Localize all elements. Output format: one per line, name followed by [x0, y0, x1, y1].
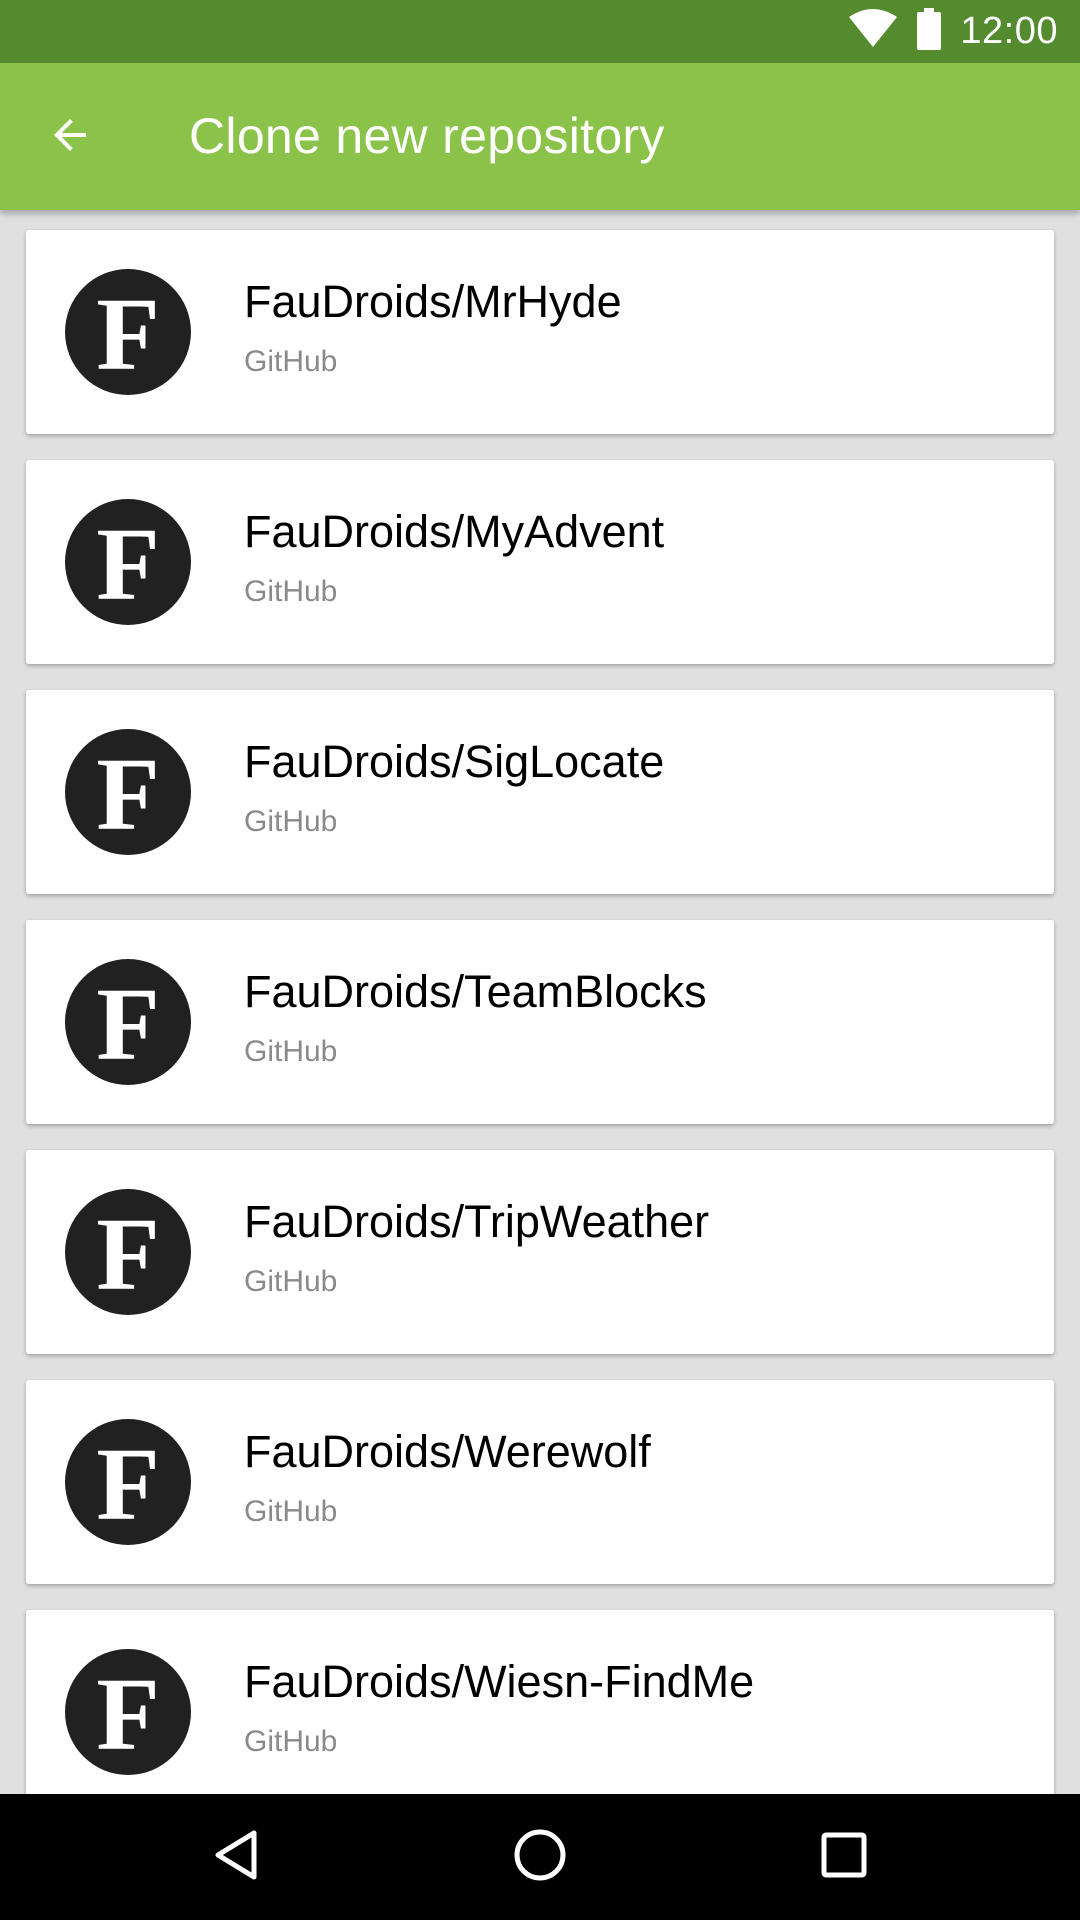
avatar: F — [65, 1649, 191, 1775]
avatar-letter: F — [96, 967, 160, 1082]
arrow-back-icon — [46, 111, 94, 164]
repository-source: GitHub — [244, 575, 338, 608]
app-bar: Clone new repository — [0, 63, 1080, 210]
repository-card[interactable]: F FauDroids/MrHyde GitHub — [26, 230, 1054, 434]
repository-name: FauDroids/MyAdvent — [244, 506, 665, 557]
repository-card[interactable]: F FauDroids/Werewolf GitHub — [26, 1380, 1054, 1584]
repository-name: FauDroids/Wiesn-FindMe — [244, 1656, 755, 1707]
repository-name: FauDroids/Werewolf — [244, 1426, 651, 1477]
repository-name: FauDroids/TeamBlocks — [244, 966, 707, 1017]
avatar-letter: F — [96, 1427, 160, 1542]
wifi-icon — [848, 9, 898, 54]
status-bar: 12:00 — [0, 0, 1080, 63]
avatar-letter: F — [96, 277, 160, 392]
repository-card[interactable]: F FauDroids/SigLocate GitHub — [26, 690, 1054, 894]
back-button[interactable] — [34, 101, 106, 173]
status-icons: 12:00 — [848, 0, 1058, 63]
repository-name: FauDroids/TripWeather — [244, 1196, 710, 1247]
repository-card[interactable]: F FauDroids/MyAdvent GitHub — [26, 460, 1054, 664]
page-title: Clone new repository — [189, 108, 665, 164]
nav-back-button[interactable] — [196, 1817, 276, 1897]
repository-source: GitHub — [244, 1725, 338, 1758]
avatar-letter: F — [96, 737, 160, 852]
avatar: F — [65, 499, 191, 625]
avatar-letter: F — [96, 1197, 160, 1312]
nav-recents-button[interactable] — [804, 1817, 884, 1897]
avatar: F — [65, 1419, 191, 1545]
avatar: F — [65, 269, 191, 395]
repository-card[interactable]: F FauDroids/TripWeather GitHub — [26, 1150, 1054, 1354]
system-nav-bar — [0, 1794, 1080, 1920]
repository-card[interactable]: F FauDroids/TeamBlocks GitHub — [26, 920, 1054, 1124]
avatar-letter: F — [96, 1657, 160, 1772]
repository-source: GitHub — [244, 1035, 338, 1068]
repository-name: FauDroids/MrHyde — [244, 276, 622, 327]
battery-icon — [916, 8, 942, 55]
recents-square-icon — [820, 1831, 868, 1884]
avatar-letter: F — [96, 507, 160, 622]
repository-list: F FauDroids/MrHyde GitHub F FauDroids/My… — [0, 210, 1080, 1794]
repository-card[interactable]: F FauDroids/Wiesn-FindMe GitHub — [26, 1610, 1054, 1794]
repository-source: GitHub — [244, 1495, 338, 1528]
repository-source: GitHub — [244, 345, 338, 378]
nav-home-button[interactable] — [500, 1817, 580, 1897]
back-triangle-icon — [212, 1829, 260, 1886]
home-circle-icon — [513, 1828, 567, 1887]
avatar: F — [65, 959, 191, 1085]
status-time: 12:00 — [960, 10, 1058, 52]
repository-source: GitHub — [244, 805, 338, 838]
avatar: F — [65, 729, 191, 855]
avatar: F — [65, 1189, 191, 1315]
repository-source: GitHub — [244, 1265, 338, 1298]
repository-name: FauDroids/SigLocate — [244, 736, 665, 787]
